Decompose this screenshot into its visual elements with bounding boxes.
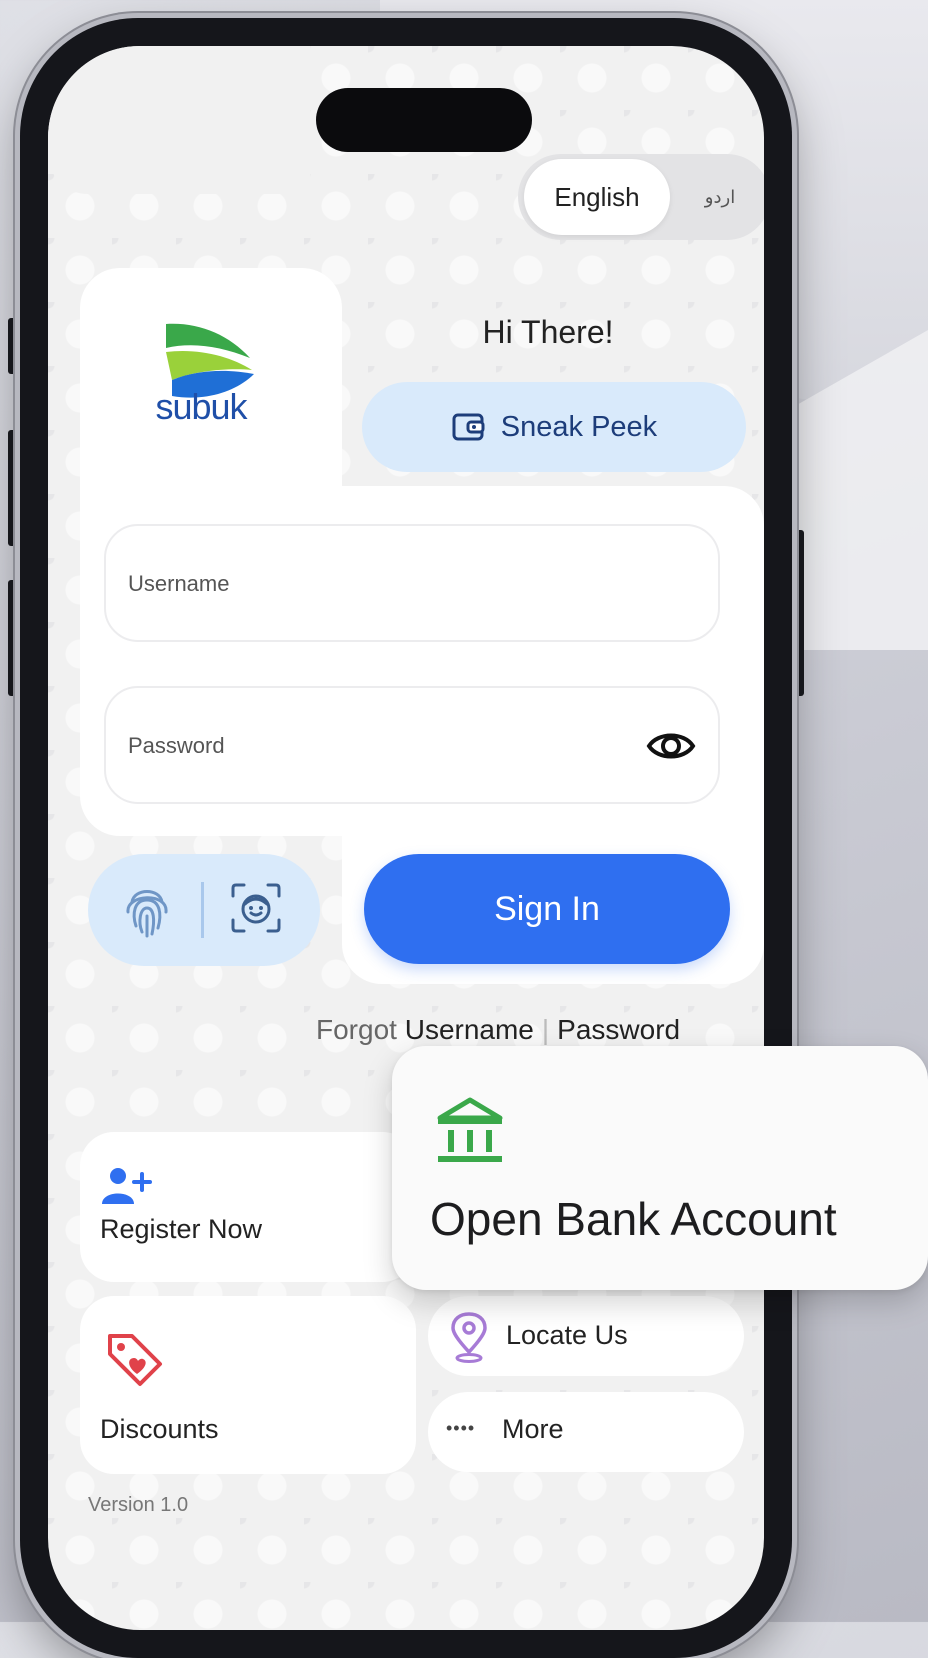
forgot-password-link[interactable]: Password <box>557 1014 680 1045</box>
forgot-credentials: Forgot Username | Password <box>316 1014 680 1046</box>
sign-in-button[interactable]: Sign In <box>364 854 730 964</box>
password-field[interactable] <box>104 686 720 804</box>
register-now-label: Register Now <box>100 1214 263 1244</box>
open-bank-account-label: Open Bank Account <box>430 1193 837 1245</box>
language-option-english[interactable]: English <box>524 159 670 235</box>
forgot-separator: | <box>541 1014 550 1045</box>
power-button <box>796 530 804 696</box>
face-id-icon[interactable] <box>230 882 282 934</box>
more-label: More <box>502 1414 564 1444</box>
biometric-divider <box>201 882 204 938</box>
volume-down-button <box>8 580 16 696</box>
sneak-peek-button[interactable]: Sneak Peek <box>362 382 746 472</box>
location-pin-icon <box>451 1312 487 1363</box>
brand-name: subuk <box>155 386 247 427</box>
silent-switch <box>8 318 16 374</box>
app-version: Version 1.0 <box>88 1494 189 1516</box>
forgot-username-link[interactable]: Username <box>405 1014 534 1045</box>
dynamic-island <box>316 88 532 152</box>
volume-up-button <box>8 430 16 546</box>
forgot-prefix: Forgot <box>316 1014 397 1045</box>
username-field[interactable] <box>104 524 720 642</box>
open-bank-account-card[interactable] <box>392 1046 928 1290</box>
password-input[interactable] <box>126 688 650 804</box>
phone-screen: English اردو subuk Hi There! Sneak Peek <box>48 46 764 1630</box>
wallet-icon <box>452 413 485 441</box>
add-user-icon <box>102 1168 152 1204</box>
bank-icon <box>437 1097 503 1162</box>
tag-icon <box>108 1334 162 1386</box>
biometric-area <box>48 46 310 194</box>
more-tile[interactable] <box>428 1392 744 1472</box>
more-dots-icon: •••• <box>446 1418 476 1438</box>
sneak-peek-label: Sneak Peek <box>500 410 658 443</box>
phone-frame: English اردو subuk Hi There! Sneak Peek <box>20 18 792 1658</box>
register-now-tile[interactable] <box>80 1132 416 1282</box>
locate-us-label: Locate Us <box>506 1320 628 1350</box>
greeting-text: Hi There! <box>482 314 614 350</box>
eye-icon[interactable] <box>646 724 696 768</box>
discounts-label: Discounts <box>100 1414 219 1444</box>
username-input[interactable] <box>126 526 650 642</box>
fingerprint-icon[interactable] <box>122 882 172 938</box>
language-option-urdu[interactable]: اردو <box>680 159 760 235</box>
